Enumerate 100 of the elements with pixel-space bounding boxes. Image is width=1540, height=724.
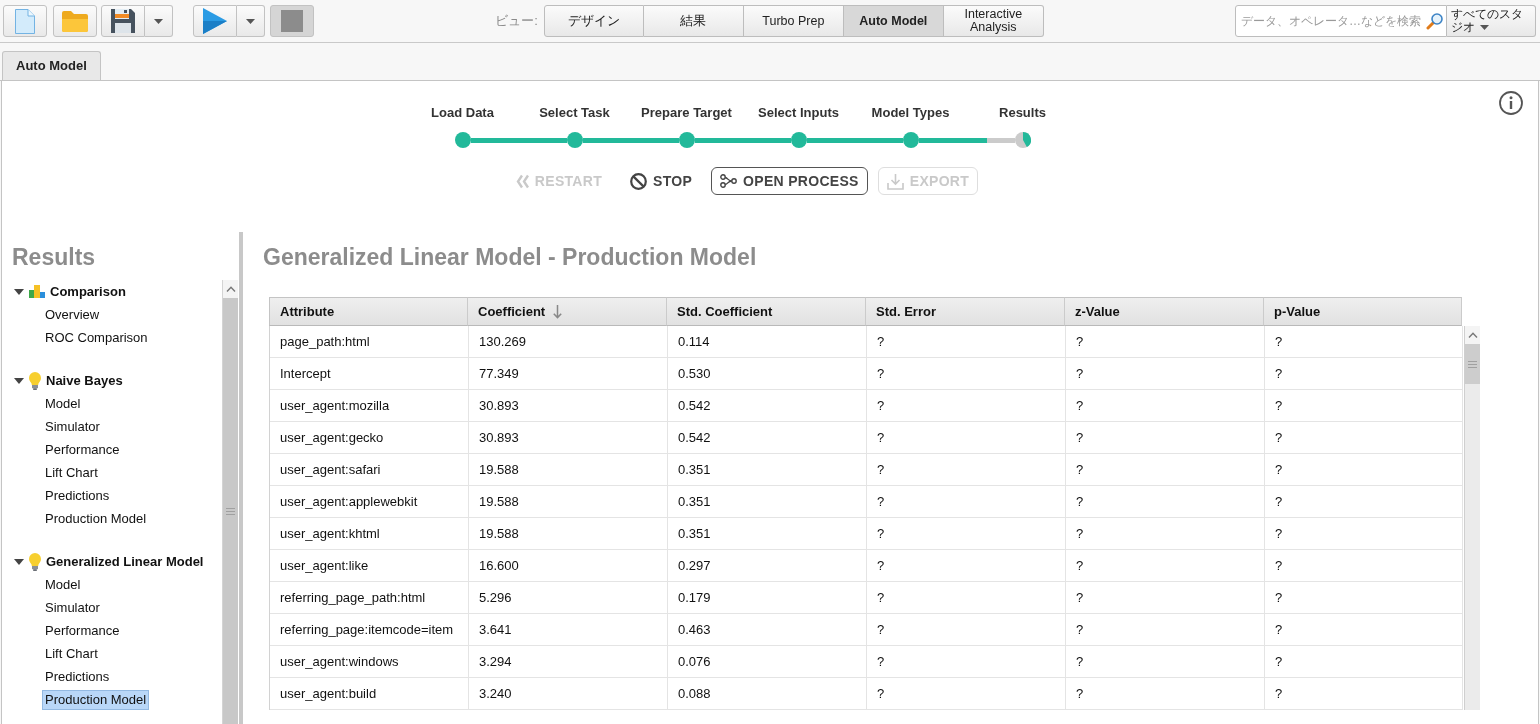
- tree-item[interactable]: Predictions: [42, 666, 113, 687]
- column-header[interactable]: z-Value: [1065, 297, 1264, 326]
- tree-item[interactable]: Production Model: [42, 508, 150, 529]
- run-button[interactable]: [193, 5, 237, 37]
- table-cell: ?: [1265, 550, 1463, 582]
- table-cell: user_agent:build: [270, 678, 469, 710]
- column-header[interactable]: Std. Error: [866, 297, 1065, 326]
- table-cell: 0.542: [668, 390, 867, 422]
- table-cell: page_path:html: [270, 326, 469, 358]
- step-dot[interactable]: [790, 132, 807, 148]
- table-cell: referring_page_path:html: [270, 582, 469, 614]
- lightbulb-icon: [29, 552, 41, 571]
- table-cell: 0.076: [668, 646, 867, 678]
- tree-item[interactable]: Production Model: [42, 689, 150, 710]
- save-button[interactable]: [101, 5, 145, 37]
- view-tab[interactable]: Interactive Analysis: [943, 5, 1044, 37]
- table-cell: ?: [1265, 326, 1463, 358]
- table-cell: ?: [867, 614, 1066, 646]
- expand-triangle-icon[interactable]: [14, 558, 24, 565]
- run-dropdown-button[interactable]: [237, 5, 265, 37]
- tree-item[interactable]: ROC Comparison: [42, 327, 151, 348]
- table-cell: ?: [867, 518, 1066, 550]
- tree-item[interactable]: Model: [42, 574, 84, 595]
- step-dot[interactable]: [902, 132, 919, 148]
- table-cell: ?: [1066, 646, 1265, 678]
- column-header[interactable]: Coefficient: [468, 297, 667, 326]
- tree-item[interactable]: Performance: [42, 439, 123, 460]
- open-process-button[interactable]: OPEN PROCESS: [711, 167, 868, 195]
- view-tab[interactable]: Auto Model: [843, 5, 944, 37]
- tree-group-item[interactable]: Generalized Linear Model: [2, 551, 204, 572]
- app-tab[interactable]: Auto Model: [2, 51, 101, 80]
- save-dropdown-button[interactable]: [145, 5, 173, 37]
- step-dot[interactable]: [566, 132, 583, 148]
- table-cell: ?: [1265, 390, 1463, 422]
- info-icon[interactable]: [1499, 91, 1523, 115]
- table-cell: ?: [867, 486, 1066, 518]
- table-cell: ?: [1066, 326, 1265, 358]
- view-tab[interactable]: 結果: [643, 5, 744, 37]
- table-cell: ?: [1066, 614, 1265, 646]
- table-cell: ?: [867, 358, 1066, 390]
- tree-item[interactable]: Predictions: [42, 485, 113, 506]
- step-dot[interactable]: [678, 132, 695, 148]
- tree-item[interactable]: Lift Chart: [42, 643, 101, 664]
- table-cell: ?: [1265, 486, 1463, 518]
- step-label: Model Types: [871, 105, 950, 121]
- new-file-button[interactable]: [3, 5, 47, 37]
- column-header[interactable]: Attribute: [269, 297, 468, 326]
- table-cell: ?: [1265, 518, 1463, 550]
- table-cell: 30.893: [469, 390, 668, 422]
- studio-dropdown[interactable]: すべてのスタジオ: [1447, 5, 1536, 37]
- scroll-up-button[interactable]: [1465, 326, 1480, 344]
- view-tab[interactable]: Turbo Prep: [743, 5, 844, 37]
- lightbulb-icon: [29, 371, 41, 390]
- table-cell: user_agent:applewebkit: [270, 486, 469, 518]
- table-cell: 19.588: [469, 454, 668, 486]
- table-cell: ?: [1066, 678, 1265, 710]
- column-header[interactable]: Std. Coefficient: [667, 297, 866, 326]
- search-field[interactable]: データ、オペレータ…などを検索: [1235, 5, 1447, 37]
- chevron-up-icon: [1467, 332, 1478, 338]
- table-cell: 0.179: [668, 582, 867, 614]
- table-cell: 0.297: [668, 550, 867, 582]
- expand-triangle-icon[interactable]: [14, 288, 24, 295]
- expand-triangle-icon[interactable]: [14, 377, 24, 384]
- tree-item[interactable]: Simulator: [42, 416, 103, 437]
- tree-item[interactable]: Simulator: [42, 597, 103, 618]
- scrollbar-thumb[interactable]: [1465, 344, 1480, 384]
- search-icon[interactable]: [1426, 12, 1443, 30]
- double-chevron-icon: [515, 173, 529, 189]
- podium-icon: [29, 285, 45, 298]
- table-cell: ?: [1066, 454, 1265, 486]
- tree-item[interactable]: Overview: [42, 304, 103, 325]
- table-cell: 3.294: [469, 646, 668, 678]
- scroll-up-button[interactable]: [223, 280, 238, 298]
- step-progress-dot[interactable]: [1014, 132, 1031, 148]
- table-cell: 16.600: [469, 550, 668, 582]
- step-dot[interactable]: [454, 132, 471, 148]
- table-cell: ?: [1066, 518, 1265, 550]
- results-heading: Results: [11, 243, 96, 272]
- tree-item[interactable]: Performance: [42, 620, 123, 641]
- table-cell: ?: [1265, 454, 1463, 486]
- column-header[interactable]: p-Value: [1264, 297, 1462, 326]
- scrollbar[interactable]: [1464, 326, 1480, 710]
- tree-item[interactable]: Lift Chart: [42, 462, 101, 483]
- table-cell: 30.893: [469, 422, 668, 454]
- table-cell: 0.351: [668, 486, 867, 518]
- view-tab[interactable]: デザイン: [543, 5, 644, 37]
- table-cell: ?: [1265, 422, 1463, 454]
- table-cell: ?: [1265, 646, 1463, 678]
- download-icon: [886, 172, 904, 190]
- tree-item[interactable]: Model: [42, 393, 84, 414]
- table-cell: ?: [867, 582, 1066, 614]
- sort-arrow-icon[interactable]: [553, 304, 563, 319]
- table-cell: ?: [867, 550, 1066, 582]
- tree-group-item[interactable]: Naive Bayes: [2, 370, 123, 391]
- step-label: Select Task: [539, 105, 610, 121]
- table-cell: user_agent:mozilla: [270, 390, 469, 422]
- play-icon: [203, 8, 227, 34]
- table-cell: referring_page:itemcode=item: [270, 614, 469, 646]
- step-label: Prepare Target: [641, 105, 732, 121]
- tree-group-item[interactable]: Comparison: [2, 281, 126, 302]
